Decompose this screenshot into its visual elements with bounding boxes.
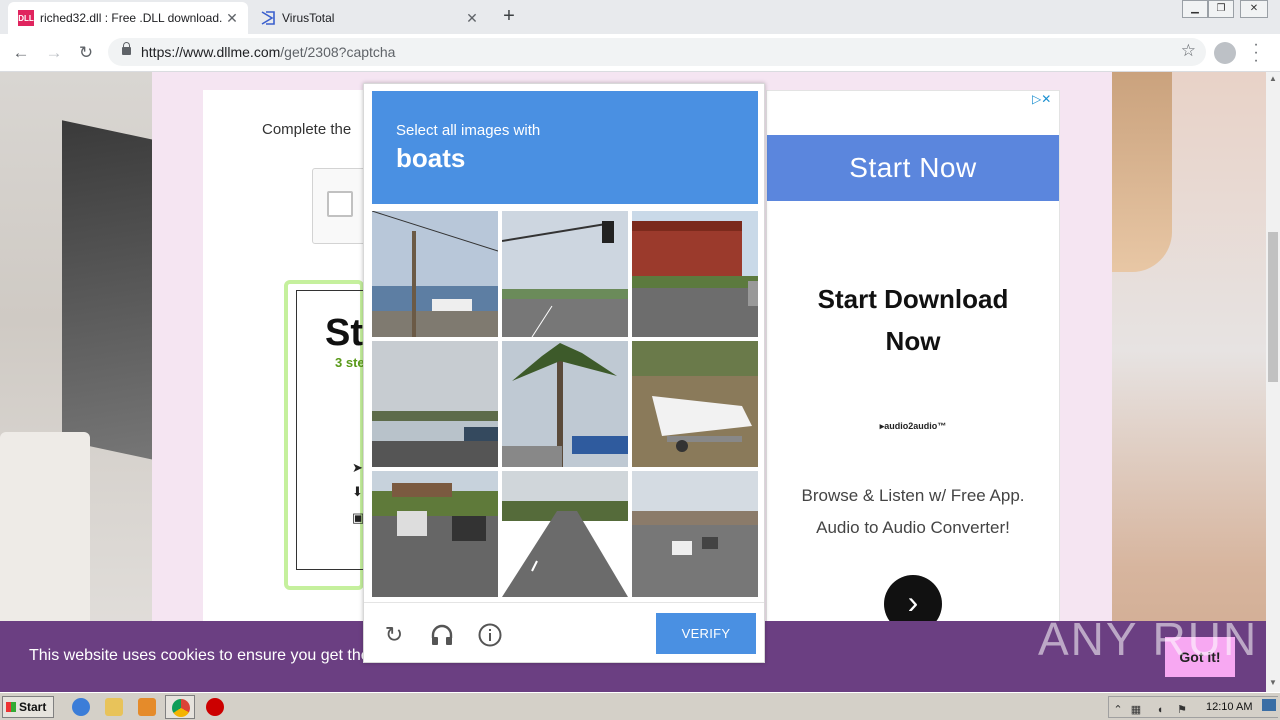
captcha-tile-waterfront-truck[interactable]	[372, 341, 498, 467]
back-button[interactable]: ←	[9, 41, 33, 65]
minimize-button[interactable]: ▁	[1182, 0, 1208, 18]
tray-expand-icon[interactable]: ⌃	[1111, 704, 1125, 716]
instruction-text: Complete the	[262, 121, 352, 138]
captcha-tile-bridge[interactable]	[632, 471, 758, 597]
captcha-tile-boat-trailer[interactable]	[632, 341, 758, 467]
antivirus-icon[interactable]	[206, 698, 224, 716]
virustotal-icon	[260, 10, 276, 26]
volume-icon[interactable]: ◖	[1153, 704, 1167, 716]
forward-button[interactable]: →	[42, 41, 66, 65]
browser-toolbar: ← → ↻ https://www.dllme.com/get/2308?cap…	[0, 34, 1280, 72]
tab-dllme[interactable]: DLL riched32.dll : Free .DLL download. -…	[8, 2, 248, 34]
captcha-prompt: Select all images with	[396, 122, 541, 139]
media-player-icon[interactable]	[138, 698, 156, 716]
network-icon[interactable]: ▦	[1129, 704, 1143, 716]
lock-icon	[122, 42, 131, 55]
scroll-thumb[interactable]	[1268, 232, 1278, 382]
windows-taskbar: Start ⌃ ▦ ◖ ⚑ 12:10 AM	[0, 692, 1280, 720]
tab-virustotal[interactable]: VirusTotal ✕	[250, 2, 488, 34]
adchoices-icon[interactable]: ▷✕	[1032, 92, 1051, 106]
verify-button[interactable]: VERIFY	[656, 613, 756, 654]
profile-avatar-icon[interactable]	[1214, 42, 1236, 64]
captcha-tile-building[interactable]	[632, 211, 758, 337]
system-tray: ⌃ ▦ ◖ ⚑	[1108, 696, 1278, 718]
taskbar-chrome-button[interactable]	[165, 695, 195, 719]
bookmark-star-icon[interactable]: ☆	[1181, 41, 1196, 61]
steps-title: St	[325, 312, 363, 354]
reload-icon[interactable]: ↻	[382, 623, 406, 647]
captcha-tile-palm-marina[interactable]	[502, 341, 628, 467]
captcha-tile-traffic-light[interactable]	[502, 211, 628, 337]
cookie-text: This website uses cookies to ensure you …	[29, 647, 370, 664]
page-scrollbar[interactable]: ▲ ▼	[1266, 72, 1280, 692]
captcha-tile-harbor[interactable]	[372, 211, 498, 337]
close-icon[interactable]: ✕	[224, 10, 240, 26]
chrome-icon	[172, 699, 190, 717]
captcha-tile-highway[interactable]	[502, 471, 628, 597]
captcha-header: Select all images with boats	[372, 91, 758, 204]
url-text: https://www.dllme.com/get/2308?captcha	[141, 44, 396, 60]
person-image	[1112, 72, 1172, 272]
tab-strip: DLL riched32.dll : Free .DLL download. -…	[0, 0, 1280, 34]
reload-button[interactable]: ↻	[74, 41, 98, 65]
menu-icon[interactable]: · · ·	[1250, 37, 1262, 69]
scroll-up-icon[interactable]: ▲	[1268, 74, 1278, 83]
headphones-icon[interactable]	[430, 623, 454, 647]
ad-start-now-button[interactable]: Start Now	[767, 135, 1059, 201]
captcha-challenge: Select all images with boats ↻ VERIFY	[363, 83, 765, 663]
folder-icon[interactable]	[105, 698, 123, 716]
tab-title: riched32.dll : Free .DLL download. -	[40, 11, 224, 25]
address-bar[interactable]: https://www.dllme.com/get/2308?captcha ☆	[108, 38, 1206, 66]
info-icon[interactable]	[478, 623, 502, 647]
flag-icon[interactable]: ⚑	[1175, 704, 1189, 716]
anyrun-watermark: ANY RUN	[1038, 613, 1259, 665]
restore-button[interactable]: ❐	[1208, 0, 1234, 18]
captcha-checkbox[interactable]	[327, 191, 353, 217]
ad-description: Browse & Listen w/ Free App. Audio to Au…	[801, 486, 1025, 537]
captcha-tile-underpass[interactable]	[372, 471, 498, 597]
clock: 12:10 AM	[1206, 701, 1253, 713]
captcha-footer: ↻ VERIFY	[364, 602, 764, 662]
dll-favicon-icon: DLL	[18, 10, 34, 26]
ad-logo: ▸audio2audio™	[879, 421, 947, 431]
start-button[interactable]: Start	[2, 696, 54, 718]
tab-title: VirusTotal	[282, 11, 335, 25]
ad-headline: Start Download Now	[817, 284, 1009, 356]
captcha-target: boats	[396, 143, 466, 173]
close-icon[interactable]: ✕	[464, 10, 480, 26]
show-desktop-icon[interactable]	[1262, 699, 1276, 711]
new-tab-button[interactable]: +	[498, 6, 520, 28]
close-window-button[interactable]: ✕	[1240, 0, 1268, 18]
recaptcha-box	[312, 168, 366, 244]
internet-explorer-icon[interactable]	[72, 698, 90, 716]
scroll-down-icon[interactable]: ▼	[1268, 678, 1278, 687]
steps-subtitle: 3 ste	[335, 355, 365, 370]
